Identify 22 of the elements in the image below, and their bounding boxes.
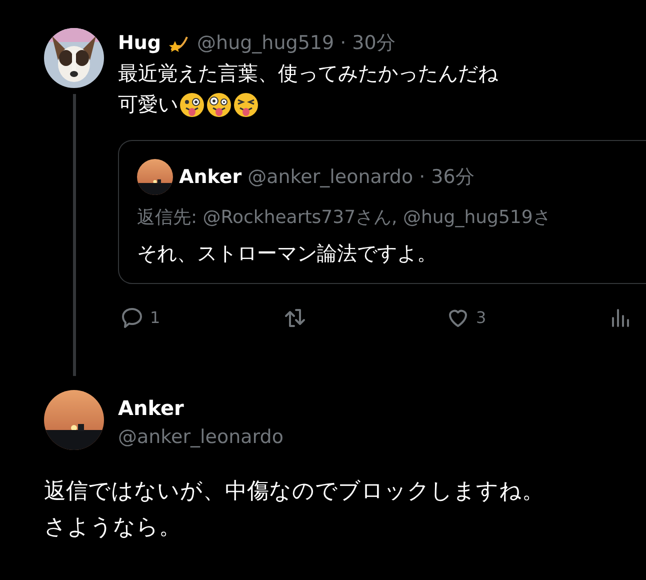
post-time: · 30分 [340,31,396,56]
user-name[interactable]: Anker [179,162,242,192]
speech-bubble-icon[interactable] [120,306,144,330]
post-text: 最近覚えた言葉、使ってみたかったんだね [118,60,499,87]
emoji-face-icon [206,92,232,118]
post-text: さようなら。 [44,514,182,542]
emoji-face-icon [233,92,259,118]
emoji-face-icon [179,92,205,118]
action-count: 1 [150,307,160,329]
user-handle[interactable]: @anker_leonardo [118,422,284,452]
action-count: 3 [476,307,486,329]
post-time: · 36分 [419,165,474,190]
reply-to-text: 返信先: @Rockhearts737さん, @hug_hug519さ [137,206,552,230]
repost-icon[interactable] [283,306,307,330]
quoted-post-card[interactable]: Anker @anker_leonardo · 36分 返信先: @Rockhearts737さん, @hug_hug519さ それ、ストローマン論法ですよ。 [118,140,646,284]
quoted-post-text: それ、ストローマン論法ですよ。 [137,240,438,267]
post-text: 返信ではないが、中傷なのでブロックしますね。 [44,478,545,506]
post-text: 可愛い [118,91,178,118]
user-handle[interactable]: @hug_hug519 [197,28,334,58]
user-name[interactable]: Hug [118,28,162,58]
user-handle[interactable]: @anker_leonardo [248,162,414,192]
user-name[interactable]: Anker [118,394,284,422]
